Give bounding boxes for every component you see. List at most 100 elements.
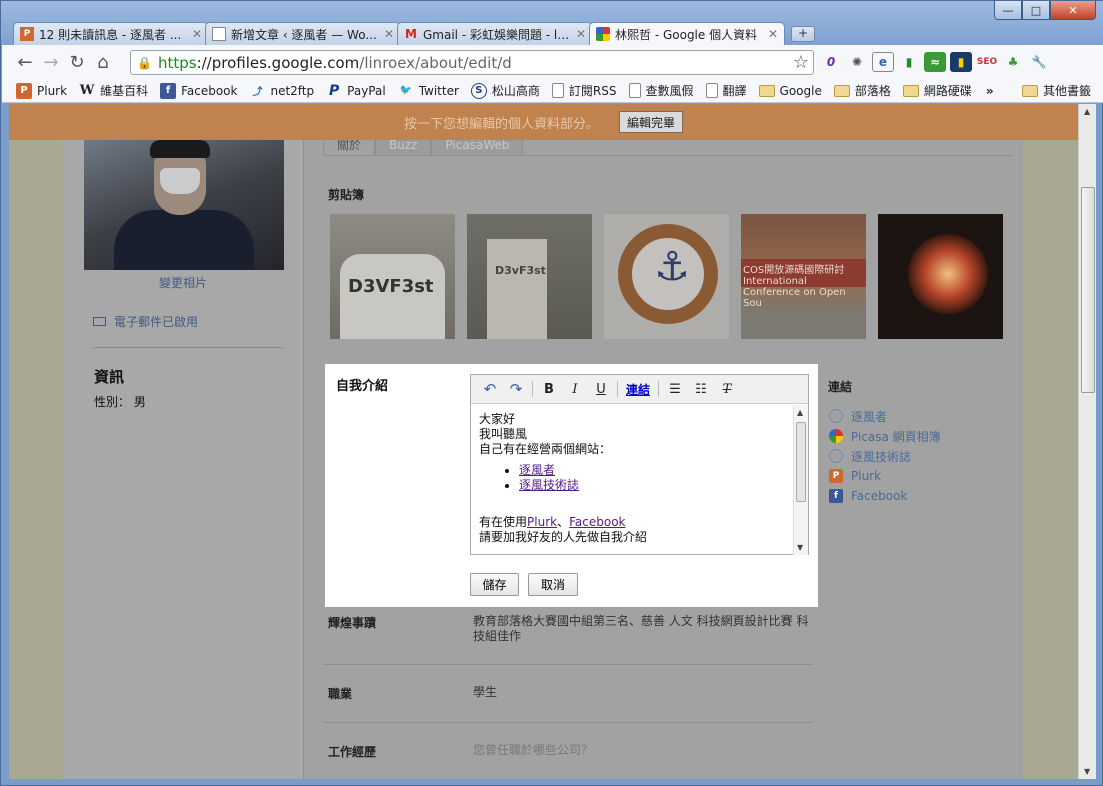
- scroll-up-icon[interactable]: ▲: [1084, 107, 1090, 116]
- forward-icon[interactable]: →: [38, 52, 64, 73]
- minimize-button[interactable]: —: [994, 1, 1022, 20]
- gear-extension-icon[interactable]: ✺: [846, 52, 868, 72]
- home-icon[interactable]: ⌂: [90, 52, 116, 73]
- site-link[interactable]: 逐風技術誌: [519, 478, 579, 492]
- link-item[interactable]: P Plurk: [829, 466, 941, 486]
- tab-wordpress[interactable]: 新增文章 ‹ 逐風者 — Wo... ✕: [205, 22, 401, 45]
- close-tab-icon[interactable]: ✕: [768, 27, 778, 41]
- link-button[interactable]: 連結: [621, 381, 655, 398]
- scrapbook-photo[interactable]: D3vF3st: [467, 214, 592, 339]
- link-label: Picasa 網頁相簿: [851, 429, 941, 444]
- close-window-button[interactable]: ✕: [1050, 1, 1096, 20]
- site-link[interactable]: 逐風者: [519, 463, 555, 477]
- bookmark-folder-drive[interactable]: 網路硬碟: [902, 82, 972, 99]
- site-list: 逐風者 逐風技術誌: [519, 463, 786, 493]
- plurk-icon: P: [829, 469, 843, 483]
- editor-content[interactable]: 大家好 我叫聽風 自己有在經營兩個網站： 逐風者 逐風技術誌 有在使用Plurk…: [471, 405, 794, 555]
- gender-value[interactable]: 性別： 男: [94, 393, 146, 410]
- italic-button[interactable]: I: [562, 382, 588, 397]
- tab-title: 12 則未讀訊息 - 逐風者 ...: [39, 27, 182, 42]
- extension-page-icon[interactable]: e: [872, 52, 894, 72]
- tab-plurk[interactable]: P 12 則未讀訊息 - 逐風者 ... ✕: [13, 22, 209, 45]
- rich-text-editor[interactable]: ↶ ↷ B I U 連結 ☰ ☷ T 大家好 我叫聽風 自己有在經營兩個網站：: [470, 374, 809, 555]
- facebook-link[interactable]: Facebook: [569, 515, 625, 529]
- underline-button[interactable]: U: [588, 382, 614, 397]
- extension-o-icon[interactable]: 0: [820, 52, 842, 72]
- scroll-down-icon[interactable]: ▼: [1084, 767, 1090, 776]
- bookmark-twitter[interactable]: 🐦 Twitter: [398, 83, 459, 99]
- bookmark-net2ftp[interactable]: ⤴ net2ftp: [249, 83, 314, 99]
- bookmark-folder-google[interactable]: Google: [758, 84, 822, 98]
- link-item[interactable]: 逐風者: [829, 406, 941, 426]
- email-status[interactable]: 電子郵件已啟用: [93, 313, 198, 330]
- bookmark-folder-blog[interactable]: 部落格: [833, 82, 891, 99]
- seo-icon[interactable]: SEO: [976, 52, 998, 72]
- plurk-link[interactable]: Plurk: [527, 515, 557, 529]
- bookmark-plurk[interactable]: P Plurk: [16, 82, 67, 99]
- analytics-icon[interactable]: ▮: [950, 52, 972, 72]
- change-photo-link[interactable]: 變更相片: [159, 274, 207, 291]
- bookmark-rss[interactable]: 訂閱RSS: [551, 82, 617, 99]
- scroll-up-icon[interactable]: ▲: [797, 408, 803, 417]
- extension-plant-icon[interactable]: ♣: [1002, 52, 1024, 72]
- bookmark-star-icon[interactable]: ☆: [793, 52, 809, 73]
- bookmark-facebook[interactable]: f Facebook: [160, 82, 237, 99]
- profile-photo[interactable]: [84, 140, 284, 270]
- scroll-down-icon[interactable]: ▼: [797, 543, 803, 552]
- toolbar-separator: [532, 381, 533, 397]
- link-item[interactable]: f Facebook: [829, 486, 941, 506]
- cancel-button[interactable]: 取消: [528, 573, 578, 596]
- bookmark-school[interactable]: S 松山高商: [470, 82, 540, 99]
- occupation-row[interactable]: 職業 學生: [323, 664, 813, 722]
- new-tab-button[interactable]: +: [791, 26, 815, 42]
- redo-icon[interactable]: ↷: [503, 380, 529, 398]
- editor-line: 我叫聽風: [479, 427, 528, 441]
- done-editing-button[interactable]: 編輯完畢: [619, 111, 684, 133]
- scrapbook-photo[interactable]: [878, 214, 1003, 339]
- wrench-icon[interactable]: 🔧: [1028, 52, 1050, 72]
- back-icon[interactable]: ←: [12, 52, 38, 73]
- bookmarks-more-button[interactable]: »: [986, 84, 994, 98]
- scroll-thumb[interactable]: [1081, 187, 1095, 393]
- tab-google-profile[interactable]: 林熙哲 - Google 個人資料 ✕: [589, 22, 785, 45]
- using-prefix: 有在使用: [479, 515, 528, 529]
- net2ftp-icon: ⤴: [252, 87, 263, 98]
- link-label: Plurk: [851, 469, 882, 483]
- bookmark-wikipedia[interactable]: W 維基百科: [79, 82, 148, 99]
- scrapbook-photo[interactable]: ⚓: [604, 214, 729, 339]
- achievements-row[interactable]: 輝煌事蹟 教育部落格大賽國中組第三名、慈善 人文 科技網頁設計比賽 科技組佳作: [323, 607, 813, 664]
- bookmark-label: 其他書籤: [1042, 84, 1091, 98]
- editor-scrollbar[interactable]: ▲ ▼: [793, 405, 808, 555]
- page-content: 按一下您想編輯的個人資料部分。 編輯完畢 變更相片 電子郵件已啟用 資訊 性別：…: [9, 104, 1078, 779]
- tab-gmail[interactable]: M Gmail - 彩虹娛樂問題 - li... ✕: [397, 22, 593, 45]
- link-label: 逐風技術誌: [851, 449, 912, 464]
- save-button[interactable]: 儲存: [470, 573, 519, 596]
- extension-green-icon[interactable]: ≈: [924, 52, 946, 72]
- link-item[interactable]: Picasa 網頁相簿: [829, 426, 941, 446]
- numbered-list-icon[interactable]: ☰: [662, 382, 688, 397]
- scrapbook-photo[interactable]: D3VF3st: [330, 214, 455, 339]
- scroll-thumb[interactable]: [796, 422, 806, 502]
- page-scrollbar[interactable]: ▲ ▼: [1078, 104, 1096, 779]
- link-item[interactable]: 逐風技術誌: [829, 446, 941, 466]
- reload-icon[interactable]: ↻: [64, 52, 90, 73]
- close-tab-icon[interactable]: ✕: [192, 27, 202, 41]
- scrapbook-photo[interactable]: COS開放源碼國際研討 International Conference on …: [741, 214, 866, 339]
- other-bookmarks[interactable]: 其他書籤: [1021, 82, 1091, 99]
- bookmark-paypal[interactable]: P PayPal: [326, 83, 386, 99]
- undo-icon[interactable]: ↶: [477, 380, 503, 398]
- bookmark-check[interactable]: 查數風假: [628, 82, 694, 99]
- evernote-icon[interactable]: ▮: [898, 52, 920, 72]
- browser-window: — □ ✕ P 12 則未讀訊息 - 逐風者 ... ✕ 新增文章 ‹ 逐風者 …: [0, 0, 1103, 786]
- folder-icon: [833, 84, 850, 97]
- bulleted-list-icon[interactable]: ☷: [688, 382, 714, 397]
- bookmark-translate[interactable]: 翻譯: [705, 82, 747, 99]
- close-tab-icon[interactable]: ✕: [384, 27, 394, 41]
- close-tab-icon[interactable]: ✕: [576, 27, 586, 41]
- address-bar[interactable]: 🔒 https://profiles.google.com/linroex/ab…: [130, 50, 814, 75]
- remove-format-icon[interactable]: T: [714, 382, 740, 397]
- bold-button[interactable]: B: [536, 382, 562, 397]
- work-history-row[interactable]: 工作經歷 您曾任職於哪些公司？: [323, 722, 813, 779]
- bookmark-label: Twitter: [418, 83, 459, 98]
- maximize-button[interactable]: □: [1022, 1, 1050, 20]
